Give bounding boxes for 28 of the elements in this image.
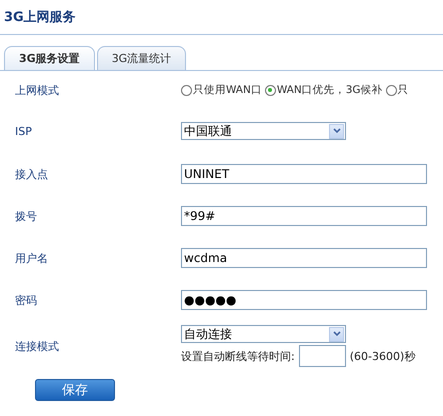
save-button[interactable]: 保存 <box>35 379 115 401</box>
radio-button[interactable] <box>264 84 276 96</box>
radio-label: WAN口优先，3G候补 <box>276 83 383 97</box>
radio-label: 只使用WAN口 <box>193 83 262 97</box>
radio-button[interactable] <box>386 84 397 96</box>
field-label: ISP <box>14 124 33 138</box>
field-label: 密码 <box>14 292 38 308</box>
mode-dropdown[interactable]: 自动连接 <box>181 325 346 343</box>
isp-dropdown[interactable]: 中国联通 <box>181 122 346 140</box>
timeout-label: 设置自动断线等待时间: <box>181 348 295 364</box>
tab[interactable]: 3G流量统计 <box>96 46 186 70</box>
radio-label: 只 <box>398 83 409 97</box>
field-label: 连接模式 <box>14 338 60 354</box>
chevron-down-icon <box>332 331 340 337</box>
password-field[interactable]: ●●●●● <box>181 290 427 310</box>
input-field[interactable]: UNINET <box>181 164 427 184</box>
field-label: 上网模式 <box>14 82 60 98</box>
field-label: 拨号 <box>14 208 38 224</box>
field-label: 用户名 <box>14 250 49 266</box>
field-label: 接入点 <box>14 166 49 182</box>
chevron-down-icon <box>332 128 340 134</box>
page-title: 3G上网服务 <box>3 9 77 27</box>
timeout-field[interactable] <box>298 345 346 367</box>
tab[interactable]: 3G服务设置 <box>4 46 95 70</box>
input-field[interactable]: wcdma <box>181 248 427 268</box>
radio-button[interactable] <box>181 84 192 96</box>
input-field[interactable]: *99# <box>181 206 427 226</box>
timeout-range: (60-3600)秒 <box>350 348 416 364</box>
